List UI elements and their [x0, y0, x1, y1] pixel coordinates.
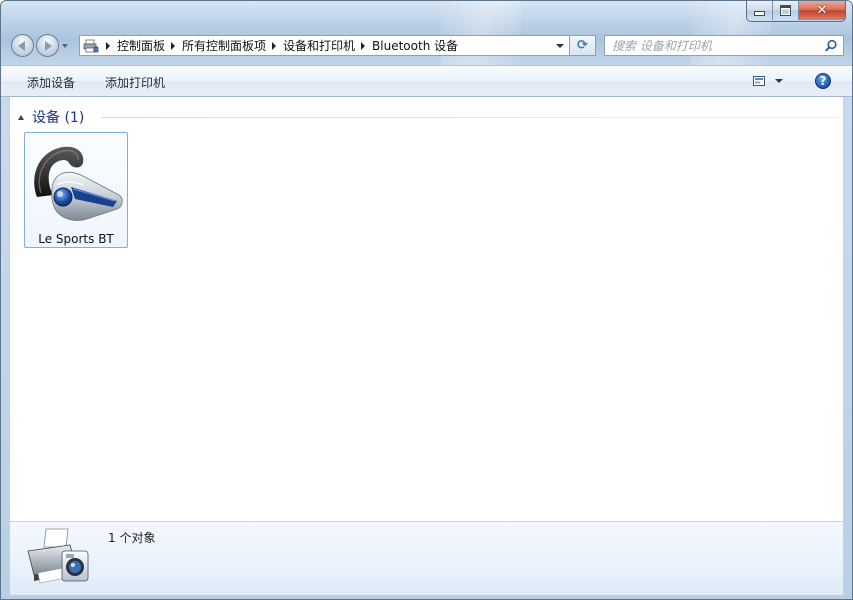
forward-button[interactable] — [36, 34, 59, 57]
breadcrumb-separator[interactable] — [171, 41, 176, 50]
caption-buttons: ✕ — [746, 1, 846, 22]
maximize-icon — [780, 5, 791, 16]
view-dropdown-arrow — [775, 79, 783, 83]
group-title: 设备 (1) — [32, 110, 85, 126]
group-divider — [102, 117, 841, 118]
breadcrumb-devices-printers[interactable]: 设备和打印机 — [283, 37, 355, 54]
search-icon[interactable] — [824, 39, 838, 53]
group-header-devices[interactable]: 设备 (1) — [18, 107, 84, 127]
recent-pages-dropdown[interactable] — [62, 43, 68, 48]
add-device-button[interactable]: 添加设备 — [27, 74, 75, 91]
details-pane: 1 个对象 — [9, 521, 844, 595]
refresh-button[interactable]: ⟳ — [570, 35, 596, 56]
forward-arrow-icon — [45, 40, 52, 51]
devices-printers-small-icon — [82, 38, 100, 54]
change-view-button[interactable] — [753, 76, 783, 86]
device-list-pane: 设备 (1) Le Sports BT — [9, 97, 844, 521]
device-name: Le Sports BT — [38, 232, 114, 246]
item-count: 1 个对象 — [108, 531, 156, 545]
command-bar: 添加设备 添加打印机 ? — [1, 65, 852, 97]
breadcrumb-all-items[interactable]: 所有控制面板项 — [182, 37, 266, 54]
address-history-dropdown[interactable] — [556, 43, 564, 48]
add-printer-button[interactable]: 添加打印机 — [105, 74, 165, 91]
bluetooth-headset-icon — [34, 146, 123, 221]
maximize-button[interactable] — [773, 1, 799, 20]
breadcrumb-separator[interactable] — [272, 41, 277, 50]
breadcrumb-separator[interactable] — [361, 41, 366, 50]
breadcrumb-control-panel[interactable]: 控制面板 — [117, 37, 165, 54]
close-icon: ✕ — [816, 3, 828, 18]
device-tile-le-sports-bt[interactable]: Le Sports BT — [24, 132, 128, 248]
search-box[interactable]: 搜索 设备和打印机 — [604, 35, 844, 56]
address-bar[interactable]: 控制面板 所有控制面板项 设备和打印机 Bluetooth 设备 — [79, 35, 570, 56]
collapse-icon[interactable] — [18, 114, 24, 120]
minimize-icon — [754, 11, 765, 16]
refresh-icon: ⟳ — [577, 38, 588, 53]
breadcrumb-separator[interactable] — [106, 41, 110, 50]
search-placeholder: 搜索 设备和打印机 — [612, 39, 712, 53]
minimize-button[interactable] — [747, 1, 773, 20]
help-icon[interactable]: ? — [815, 73, 831, 89]
window-bottom-border — [1, 595, 852, 599]
explorer-window: ✕ 控制面板 所有控制面板项 设备和打印机 Bluetooth 设备 ⟳ 搜索 … — [0, 0, 853, 600]
view-icon — [753, 76, 765, 86]
devices-printers-icon — [27, 528, 89, 584]
back-arrow-icon — [18, 40, 25, 51]
close-button[interactable]: ✕ — [799, 1, 845, 20]
breadcrumb-bluetooth-devices[interactable]: Bluetooth 设备 — [372, 37, 458, 54]
back-button[interactable] — [11, 34, 34, 57]
navigation-buttons — [11, 34, 68, 57]
